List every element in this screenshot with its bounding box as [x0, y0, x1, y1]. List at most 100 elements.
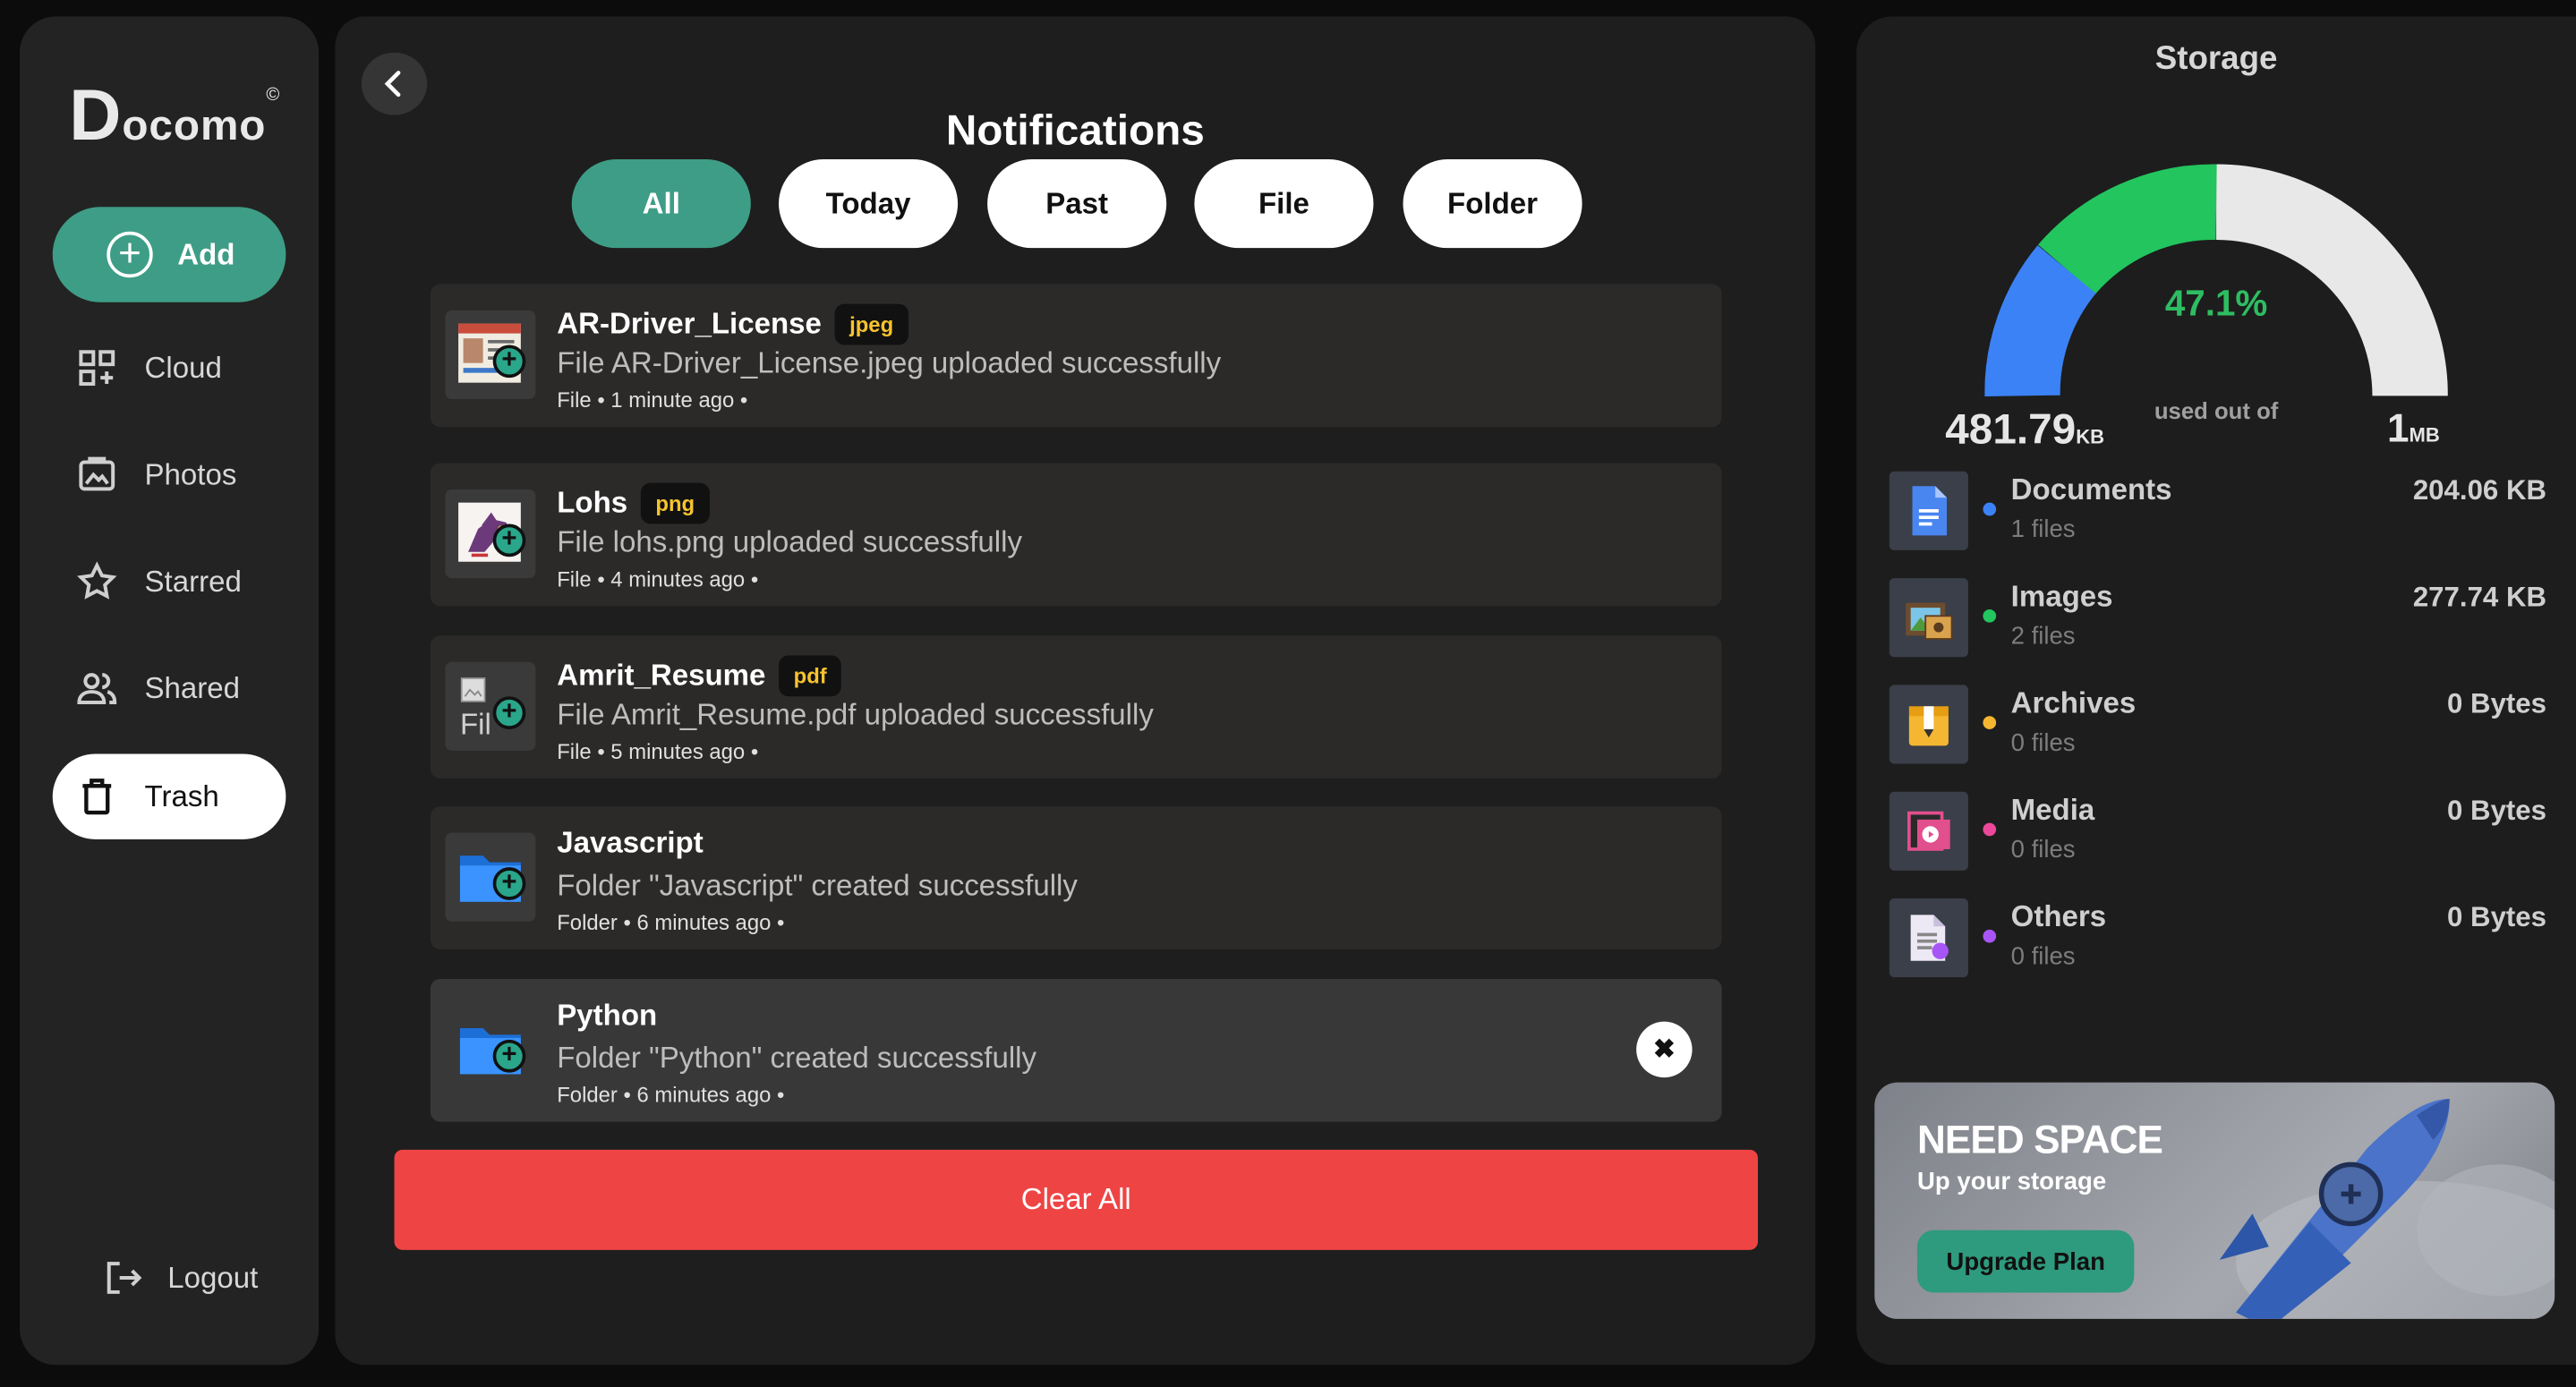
notification-item[interactable]: + Python Folder "Python" created success… — [430, 978, 1722, 1122]
notification-name: Lohs png — [557, 482, 710, 524]
file-type-badge: png — [640, 482, 710, 524]
users-icon — [77, 673, 117, 704]
trash-icon — [82, 779, 112, 815]
page-title: Notifications — [945, 105, 1205, 155]
category-size: 0 Bytes — [2447, 795, 2547, 827]
notification-name: Amrit_Resume pdf — [557, 655, 842, 697]
rocket-illustration — [2219, 1098, 2555, 1319]
notification-item[interactable]: + Lohs png File lohs.png uploaded success… — [430, 463, 1722, 607]
storage-category-media[interactable]: Media 0 files 0 Bytes — [1889, 791, 2547, 881]
category-size: 0 Bytes — [2447, 901, 2547, 933]
category-count: 0 files — [2010, 728, 2076, 758]
sidebar: Docomo© + Add Cloud Photos Starred Share… — [20, 16, 320, 1366]
notification-item[interactable]: + AR-Driver_License jpeg File AR-Driver_L… — [430, 284, 1722, 428]
sidebar-item-label: Photos — [144, 457, 237, 490]
notification-message: File AR-Driver_License.jpeg uploaded suc… — [557, 346, 1222, 380]
category-color-dot — [1983, 608, 1997, 623]
notification-meta: File • 5 minutes ago • — [557, 738, 759, 764]
filter-today[interactable]: Today — [779, 159, 959, 249]
total-storage-value: 1MB — [2386, 407, 2440, 452]
category-name: Archives — [2010, 686, 2137, 719]
category-count: 1 files — [2010, 515, 2076, 544]
category-count: 0 files — [2010, 836, 2076, 864]
sidebar-item-starred[interactable]: Starred — [53, 539, 286, 624]
plus-circle-icon: + — [492, 696, 526, 729]
logout-button[interactable]: Logout — [102, 1256, 258, 1299]
notification-item[interactable]: Fil + Amrit_Resume pdf File Amrit_Resume.… — [430, 635, 1722, 779]
notification-meta: Folder • 6 minutes ago • — [557, 909, 785, 935]
category-size: 204.06 KB — [2412, 474, 2547, 506]
chevron-left-icon — [384, 71, 401, 98]
upgrade-promo-card: NEED SPACE Up your storage Upgrade Plan — [1874, 1082, 2555, 1319]
storage-category-documents[interactable]: Documents 1 files 204.06 KB — [1889, 471, 2547, 560]
close-icon: ✖ — [1653, 1036, 1676, 1065]
notification-meta: File • 1 minute ago • — [557, 387, 748, 413]
filter-folder[interactable]: Folder — [1403, 159, 1582, 249]
category-name: Images — [2010, 579, 2113, 613]
storage-category-images[interactable]: Images 2 files 277.74 KB — [1889, 578, 2546, 667]
storage-gauge — [1984, 164, 2448, 397]
category-count: 0 files — [2010, 942, 2076, 971]
notification-name: Javascript — [557, 826, 704, 859]
notification-meta: Folder • 6 minutes ago • — [557, 1082, 785, 1108]
file-type-badge: pdf — [779, 655, 842, 697]
category-name: Others — [2010, 899, 2107, 933]
storage-category-archives[interactable]: Archives 0 files 0 Bytes — [1889, 685, 2546, 773]
plus-circle-icon: + — [492, 1039, 526, 1073]
category-size: 0 Bytes — [2447, 688, 2547, 719]
archive-icon — [1889, 685, 1968, 764]
sidebar-item-label: Cloud — [144, 350, 222, 384]
plus-circle-icon: + — [492, 867, 526, 900]
add-button-label: Add — [177, 237, 235, 270]
sidebar-item-label: Starred — [144, 564, 242, 598]
storage-percent: 47.1% — [2164, 282, 2268, 324]
used-storage-value: 481.79KB — [1945, 404, 2105, 454]
notification-item[interactable]: + Javascript Folder "Javascript" created… — [430, 806, 1722, 949]
category-color-dot — [1983, 822, 1997, 837]
filter-all[interactable]: All — [571, 159, 751, 249]
document-icon — [1889, 471, 1968, 550]
notification-message: File lohs.png uploaded successfully — [557, 525, 1022, 559]
promo-heading: NEED SPACE — [1917, 1118, 2163, 1163]
sidebar-item-trash[interactable]: Trash — [52, 753, 286, 839]
photo-icon — [79, 456, 115, 491]
category-color-dot — [1983, 929, 1997, 943]
plus-circle-icon: + — [492, 523, 526, 557]
category-name: Documents — [2010, 472, 2172, 506]
storage-panel: Storage 47.1% used out of 481.79KB 1MB D… — [1856, 16, 2576, 1366]
sidebar-item-cloud[interactable]: Cloud — [53, 325, 286, 410]
sidebar-item-label: Shared — [144, 670, 241, 704]
plus-circle-icon: + — [107, 231, 153, 278]
other-file-icon — [1889, 898, 1968, 978]
dismiss-notification-button[interactable]: ✖ — [1636, 1021, 1693, 1078]
storage-category-others[interactable]: Others 0 files 0 Bytes — [1889, 898, 2546, 987]
notification-meta: File • 4 minutes ago • — [557, 566, 759, 591]
sidebar-item-shared[interactable]: Shared — [53, 645, 286, 730]
notification-message: Folder "Python" created successfully — [557, 1041, 1037, 1075]
logout-label: Logout — [167, 1260, 259, 1294]
filter-past[interactable]: Past — [987, 159, 1167, 249]
plus-circle-icon: + — [492, 345, 526, 379]
category-size: 277.74 KB — [2412, 581, 2547, 613]
grid-plus-icon — [79, 350, 115, 387]
sidebar-item-photos[interactable]: Photos — [53, 432, 286, 517]
file-type-badge: jpeg — [834, 303, 908, 345]
media-icon — [1889, 791, 1968, 871]
clear-all-button[interactable]: Clear All — [394, 1149, 1758, 1250]
app-logo[interactable]: Docomo© — [69, 75, 280, 157]
sidebar-item-label: Trash — [144, 779, 219, 813]
category-name: Media — [2010, 793, 2095, 827]
images-icon — [1889, 578, 1968, 658]
notifications-panel: Notifications All Today Past File Folder… — [335, 16, 1816, 1366]
star-icon — [77, 561, 117, 600]
broken-image-alt-text: Fil — [459, 708, 491, 741]
notification-message: Folder "Javascript" created successfully — [557, 868, 1078, 902]
promo-subtitle: Up your storage — [1917, 1168, 2107, 1196]
category-count: 2 files — [2010, 622, 2076, 651]
add-button[interactable]: + Add — [52, 207, 286, 302]
notification-name: Python — [557, 998, 658, 1032]
category-color-dot — [1983, 716, 1997, 729]
upgrade-plan-button[interactable]: Upgrade Plan — [1917, 1230, 2135, 1293]
broken-image-icon — [460, 677, 486, 702]
filter-file[interactable]: File — [1194, 159, 1374, 249]
